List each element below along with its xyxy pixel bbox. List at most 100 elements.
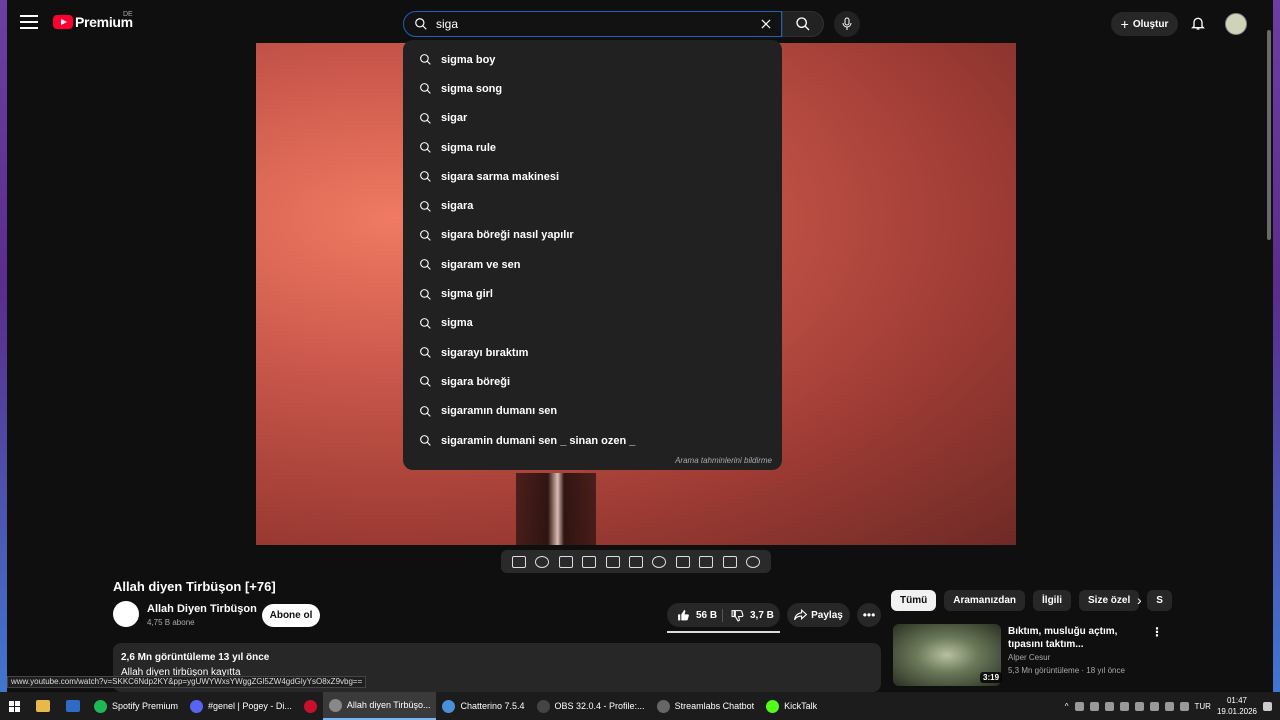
- recommendation-title[interactable]: Bıktım, musluğu açtım, tıpasını taktım..…: [1008, 625, 1143, 651]
- search-icon: [420, 200, 431, 212]
- popup-icon[interactable]: [675, 555, 690, 568]
- share-button[interactable]: Paylaş: [787, 603, 850, 627]
- network-icon[interactable]: [1149, 701, 1159, 711]
- suggestion-item[interactable]: sigara böreği nasıl yapılır: [403, 221, 782, 250]
- suggestion-item[interactable]: sigaram ve sen: [403, 250, 782, 279]
- taskbar-app[interactable]: Streamlabs Chatbot: [651, 692, 761, 720]
- chip-1[interactable]: Aramanızdan: [944, 590, 1026, 611]
- suggestion-item[interactable]: sigma girl: [403, 279, 782, 308]
- youtube-logo[interactable]: Premium DE: [53, 11, 133, 30]
- more-actions-icon[interactable]: •••: [857, 603, 881, 627]
- notifications-bell-icon[interactable]: [1190, 15, 1206, 31]
- view-stats: 2,6 Mn görüntüleme 13 yıl önce: [121, 652, 270, 663]
- suggestion-item[interactable]: sigara sarma makinesi: [403, 162, 782, 191]
- suggestion-text: sigaramın dumanı sen: [441, 405, 558, 418]
- channel-avatar[interactable]: [113, 601, 139, 627]
- taskbar-app[interactable]: [298, 692, 323, 720]
- windows-start-icon[interactable]: [0, 692, 28, 720]
- search-icon: [420, 435, 431, 446]
- suggestion-item[interactable]: sigaramin dumani sen _ sinan ozen _: [403, 426, 782, 455]
- chip-3[interactable]: Size özel: [1079, 590, 1140, 611]
- search-query: siga: [436, 17, 459, 31]
- chip-0[interactable]: Tümü: [891, 590, 937, 611]
- create-button[interactable]: + Oluştur: [1111, 12, 1178, 36]
- tray-app-icon[interactable]: [1134, 701, 1144, 711]
- taskbar-app[interactable]: Spotify Premium: [88, 692, 184, 720]
- search-icon: [420, 259, 431, 270]
- taskbar-app[interactable]: #genel | Pogey - Di...: [184, 692, 298, 720]
- clock-time: 01:47: [1226, 696, 1247, 705]
- account-avatar[interactable]: [1225, 13, 1247, 35]
- suggestion-item[interactable]: sigma boy: [403, 45, 782, 74]
- notification-center-icon[interactable]: [1263, 701, 1272, 711]
- recommendation-more-icon[interactable]: ⋮: [1151, 625, 1163, 639]
- share-icon: [794, 609, 808, 621]
- taskbar-app[interactable]: OBS 32.0.4 - Profile:...: [531, 692, 651, 720]
- suggestion-item[interactable]: sigma rule: [403, 133, 782, 162]
- page-scrollbar[interactable]: [1267, 30, 1271, 240]
- channel-name[interactable]: Allah Diyen Tirbüşon: [147, 603, 257, 615]
- input-language[interactable]: TUR: [1195, 702, 1211, 711]
- suggestion-item[interactable]: sigara böreği: [403, 367, 782, 396]
- cinema-icon[interactable]: [582, 555, 597, 568]
- like-button[interactable]: 56 B: [667, 608, 723, 622]
- suggestion-item[interactable]: sigara: [403, 191, 782, 220]
- file-explorer-icon[interactable]: [28, 692, 58, 720]
- suggestion-text: sigara sarma makinesi: [441, 170, 560, 183]
- search-icon: [420, 347, 431, 358]
- screenshot-icon[interactable]: [699, 555, 714, 568]
- clear-search-icon[interactable]: [759, 17, 773, 31]
- tray-app-icon[interactable]: [1119, 701, 1129, 711]
- search-button[interactable]: [782, 11, 824, 37]
- hamburger-menu-icon[interactable]: [19, 12, 39, 32]
- suggestion-item[interactable]: sigma song: [403, 74, 782, 103]
- thumbs-up-icon: [678, 609, 689, 620]
- tray-app-icon[interactable]: [1104, 701, 1114, 711]
- mini-player-icon[interactable]: [628, 555, 643, 568]
- voice-search-button[interactable]: [834, 11, 860, 37]
- taskbar-app[interactable]: Chatterino 7.5.4: [436, 692, 530, 720]
- like-ratio-bar: [667, 631, 780, 633]
- chip-4[interactable]: S: [1147, 590, 1172, 611]
- browser-window: Premium DE siga + Oluştur sigma boy sigma…: [7, 0, 1273, 692]
- taskbar-app[interactable]: KickTalk: [760, 692, 823, 720]
- app-label: KickTalk: [784, 701, 818, 711]
- volume-icon[interactable]: [1164, 701, 1174, 711]
- like-dislike-bar: 56 B 3,7 B: [667, 603, 780, 627]
- recommendation-channel[interactable]: Alper Cesur: [1008, 653, 1050, 662]
- suggestion-item[interactable]: sigarayı bıraktım: [403, 338, 782, 367]
- search-icon: [420, 288, 431, 300]
- like-count: 56 B: [696, 609, 718, 621]
- suggestion-item[interactable]: sigar: [403, 104, 782, 133]
- terminal-icon[interactable]: [58, 692, 88, 720]
- battery-icon[interactable]: [1179, 701, 1189, 711]
- tray-app-icon[interactable]: [1089, 701, 1099, 711]
- tray-app-icon[interactable]: [1074, 701, 1084, 711]
- watch-icon[interactable]: [558, 555, 573, 568]
- audio-icon[interactable]: [535, 555, 550, 568]
- window-icon[interactable]: [605, 555, 620, 568]
- settings-gear-icon[interactable]: [746, 555, 761, 568]
- subscribe-button[interactable]: Abone ol: [262, 604, 320, 627]
- speed-icon[interactable]: [652, 555, 667, 568]
- keyboard-icon[interactable]: [722, 555, 737, 568]
- suggestion-item[interactable]: sigma: [403, 309, 782, 338]
- suggestion-text: sigma boy: [441, 53, 496, 66]
- search-icon: [415, 18, 427, 30]
- clock[interactable]: 01:47 19.01.2026: [1217, 695, 1257, 717]
- plus-icon: +: [1120, 16, 1129, 32]
- report-predictions-link[interactable]: Arama tahminlerini bildirme: [675, 456, 772, 465]
- tray-chevron-icon[interactable]: ^: [1065, 702, 1069, 711]
- taskbar-app[interactable]: Allah diyen Tirbüşo...: [322, 692, 437, 720]
- video-frame-object: [516, 473, 596, 545]
- search-icon: [420, 405, 431, 417]
- search-icon: [420, 112, 431, 124]
- chip-2[interactable]: İlgili: [1033, 590, 1072, 611]
- chevron-right-icon[interactable]: ›: [1137, 592, 1142, 608]
- top-bar: Premium DE siga + Oluştur: [7, 0, 1273, 44]
- dislike-button[interactable]: 3,7 B: [723, 609, 774, 622]
- search-input[interactable]: siga: [403, 11, 782, 37]
- app-label: Spotify Premium: [112, 701, 179, 711]
- suggestion-item[interactable]: sigaramın dumanı sen: [403, 397, 782, 426]
- loop-icon[interactable]: [511, 555, 526, 568]
